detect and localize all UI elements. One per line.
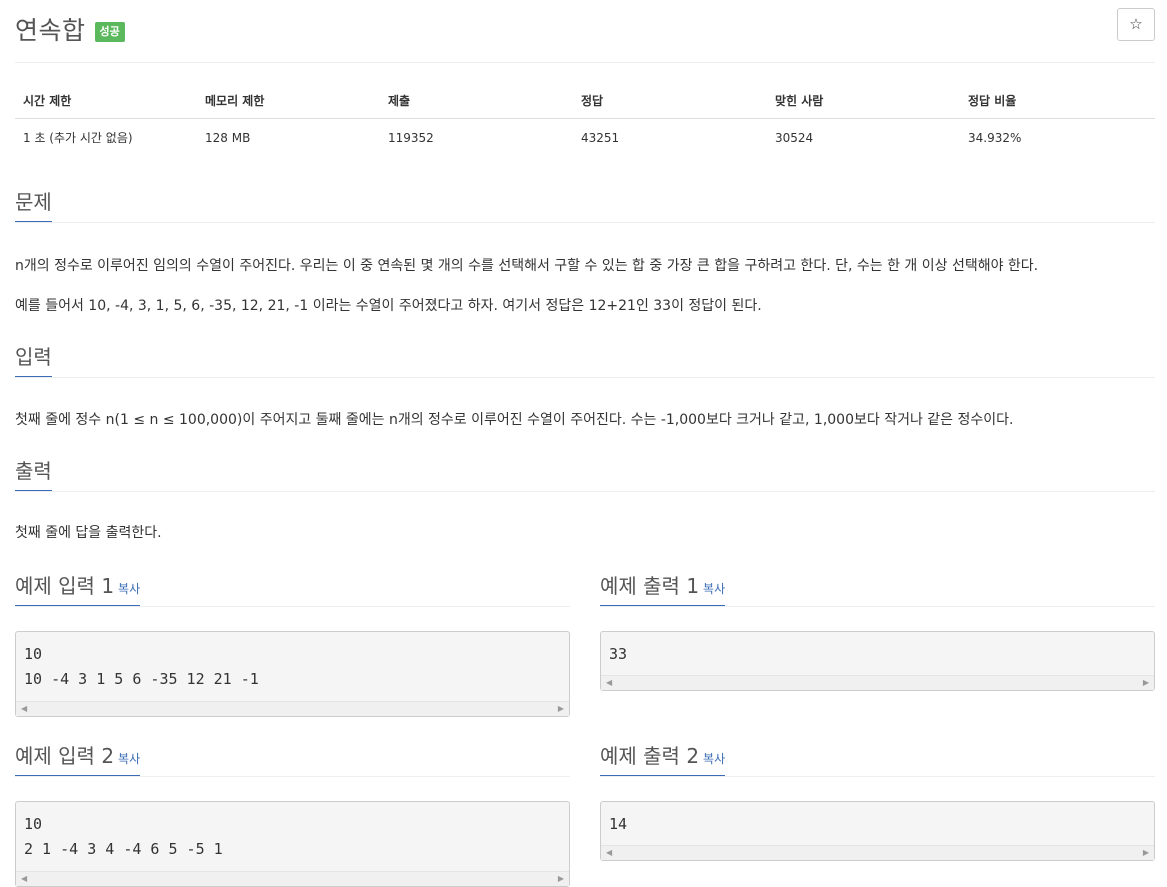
input-section-title: 입력 xyxy=(15,341,52,378)
header-accuracy: 정답 비율 xyxy=(960,80,1155,119)
header-solved-users: 맞힌 사람 xyxy=(767,80,960,119)
star-button[interactable]: ☆ xyxy=(1117,8,1155,41)
table-row: 1 초 (추가 시간 없음) 128 MB 119352 43251 30524… xyxy=(15,119,1155,156)
sample-output-1-text: 33 xyxy=(609,645,628,663)
table-header-row: 시간 제한 메모리 제한 제출 정답 맞힌 사람 정답 비율 xyxy=(15,80,1155,119)
accuracy-value: 34.932% xyxy=(968,130,1022,145)
input-section-header: 입력 xyxy=(15,341,1155,378)
scroll-right-arrow-icon[interactable]: ▶ xyxy=(558,874,564,884)
copy-sample-output-1-button[interactable]: 복사 xyxy=(703,582,725,596)
header-memory-limit: 메모리 제한 xyxy=(197,80,380,119)
accepted-value: 43251 xyxy=(581,130,620,145)
solved-users-value: 30524 xyxy=(775,130,814,145)
problem-section-header: 문제 xyxy=(15,186,1155,223)
sample-output-2-text: 14 xyxy=(609,815,628,833)
scroll-left-arrow-icon[interactable]: ◀ xyxy=(606,848,612,858)
submissions-value: 119352 xyxy=(388,130,434,145)
star-icon: ☆ xyxy=(1129,15,1143,33)
sample-output-1-box: 33 ◀ ▶ xyxy=(600,631,1155,691)
divider xyxy=(15,62,1155,63)
memory-limit-value: 128 MB xyxy=(205,130,251,145)
problem-description-2: 예를 들어서 10, -4, 3, 1, 5, 6, -35, 12, 21, … xyxy=(15,298,762,314)
status-badge: 성공 xyxy=(94,22,125,42)
sample-input-2-scrollbar[interactable]: ◀ ▶ xyxy=(16,871,569,886)
output-section-header: 출력 xyxy=(15,455,1155,492)
sample-input-1-box: 10 10 -4 3 1 5 6 -35 12 21 -1 ◀ ▶ xyxy=(15,631,570,717)
problem-section-title: 문제 xyxy=(15,186,52,223)
sample-output-2-box: 14 ◀ ▶ xyxy=(600,801,1155,861)
scroll-left-arrow-icon[interactable]: ◀ xyxy=(21,704,27,714)
sample-output-1-header: 예제 출력 1 복사 xyxy=(600,570,1155,607)
sample-input-1-text: 10 10 -4 3 1 5 6 -35 12 21 -1 xyxy=(24,645,259,688)
page-title: 연속합 xyxy=(15,16,86,45)
sample-input-2-title: 예제 입력 2 xyxy=(15,744,115,768)
sample-input-1-header: 예제 입력 1 복사 xyxy=(15,570,570,607)
scroll-right-arrow-icon[interactable]: ▶ xyxy=(558,704,564,714)
sample-output-2-title: 예제 출력 2 xyxy=(600,744,700,768)
scroll-right-arrow-icon[interactable]: ▶ xyxy=(1143,678,1149,688)
scroll-right-arrow-icon[interactable]: ▶ xyxy=(1143,848,1149,858)
problem-description-1: n개의 정수로 이루어진 임의의 수열이 주어진다. 우리는 이 중 연속된 몇… xyxy=(15,258,1039,274)
problem-info-table: 시간 제한 메모리 제한 제출 정답 맞힌 사람 정답 비율 1 초 (추가 시… xyxy=(15,80,1155,155)
sample-output-2-scrollbar[interactable]: ◀ ▶ xyxy=(601,845,1154,860)
sample-input-2-text: 10 2 1 -4 3 4 -4 6 5 -5 1 xyxy=(24,815,223,858)
output-description: 첫째 줄에 답을 출력한다. xyxy=(15,525,162,541)
sample-output-1-title: 예제 출력 1 xyxy=(600,574,700,598)
sample-input-1-scrollbar[interactable]: ◀ ▶ xyxy=(16,701,569,716)
sample-input-1-title: 예제 입력 1 xyxy=(15,574,115,598)
scroll-left-arrow-icon[interactable]: ◀ xyxy=(606,678,612,688)
header-submissions: 제출 xyxy=(380,80,573,119)
copy-sample-input-1-button[interactable]: 복사 xyxy=(118,582,140,596)
header-accepted: 정답 xyxy=(573,80,767,119)
title-row: 연속합 성공 xyxy=(15,12,125,46)
sample-output-1-scrollbar[interactable]: ◀ ▶ xyxy=(601,675,1154,690)
copy-sample-output-2-button[interactable]: 복사 xyxy=(703,752,725,766)
time-limit-value: 1 초 (추가 시간 없음) xyxy=(23,131,133,145)
sample-input-2-box: 10 2 1 -4 3 4 -4 6 5 -5 1 ◀ ▶ xyxy=(15,801,570,887)
sample-output-2-header: 예제 출력 2 복사 xyxy=(600,740,1155,777)
copy-sample-input-2-button[interactable]: 복사 xyxy=(118,752,140,766)
sample-input-2-header: 예제 입력 2 복사 xyxy=(15,740,570,777)
header-time-limit: 시간 제한 xyxy=(15,80,197,119)
output-section-title: 출력 xyxy=(15,455,52,492)
scroll-left-arrow-icon[interactable]: ◀ xyxy=(21,874,27,884)
input-description: 첫째 줄에 정수 n(1 ≤ n ≤ 100,000)이 주어지고 둘째 줄에는… xyxy=(15,412,1014,428)
